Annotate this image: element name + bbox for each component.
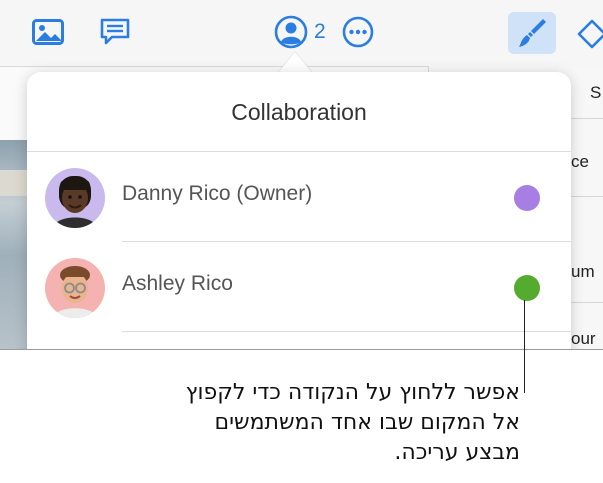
collaborator-color-dot[interactable] [514,185,540,211]
more-icon[interactable] [340,14,376,50]
sidebar-text-fragment: our [571,329,596,348]
collaborator-name: Ashley Rico [122,272,233,295]
collaborator-row-ashley[interactable]: Ashley Rico [27,242,571,332]
divider [570,196,603,197]
sidebar-tab-fragment[interactable]: S [590,83,601,103]
popover-arrow [277,52,313,74]
collaborator-name: Danny Rico (Owner) [122,182,313,205]
format-brush-icon[interactable] [514,15,550,51]
sidebar-text-fragment: um [571,262,595,281]
callout-line [524,300,525,393]
avatar [45,168,105,228]
popover-title: Collaboration [231,99,367,125]
divider [570,302,603,303]
collaboration-icon[interactable] [273,14,309,50]
collaborator-color-dot[interactable] [514,275,540,301]
document-image-band [0,170,30,196]
divider [122,331,571,332]
media-icon[interactable] [30,14,66,50]
avatar [45,258,105,318]
divider [570,118,603,119]
comment-icon[interactable] [97,14,133,50]
sidebar-text-fragment: ce [571,152,589,171]
collaborator-row-danny[interactable]: Danny Rico (Owner) [27,152,571,242]
app-screen: 2 S ce um our Collaboration Danny Rico (… [0,0,603,350]
collaboration-popover: Collaboration Danny Rico (Owner) Ashley … [27,72,571,349]
collaborator-count[interactable]: 2 [314,20,326,44]
callout-caption: אפשר ללחוץ על הנקודה כדי לקפוץ אל המקום … [185,380,520,465]
shape-icon[interactable] [574,16,603,52]
